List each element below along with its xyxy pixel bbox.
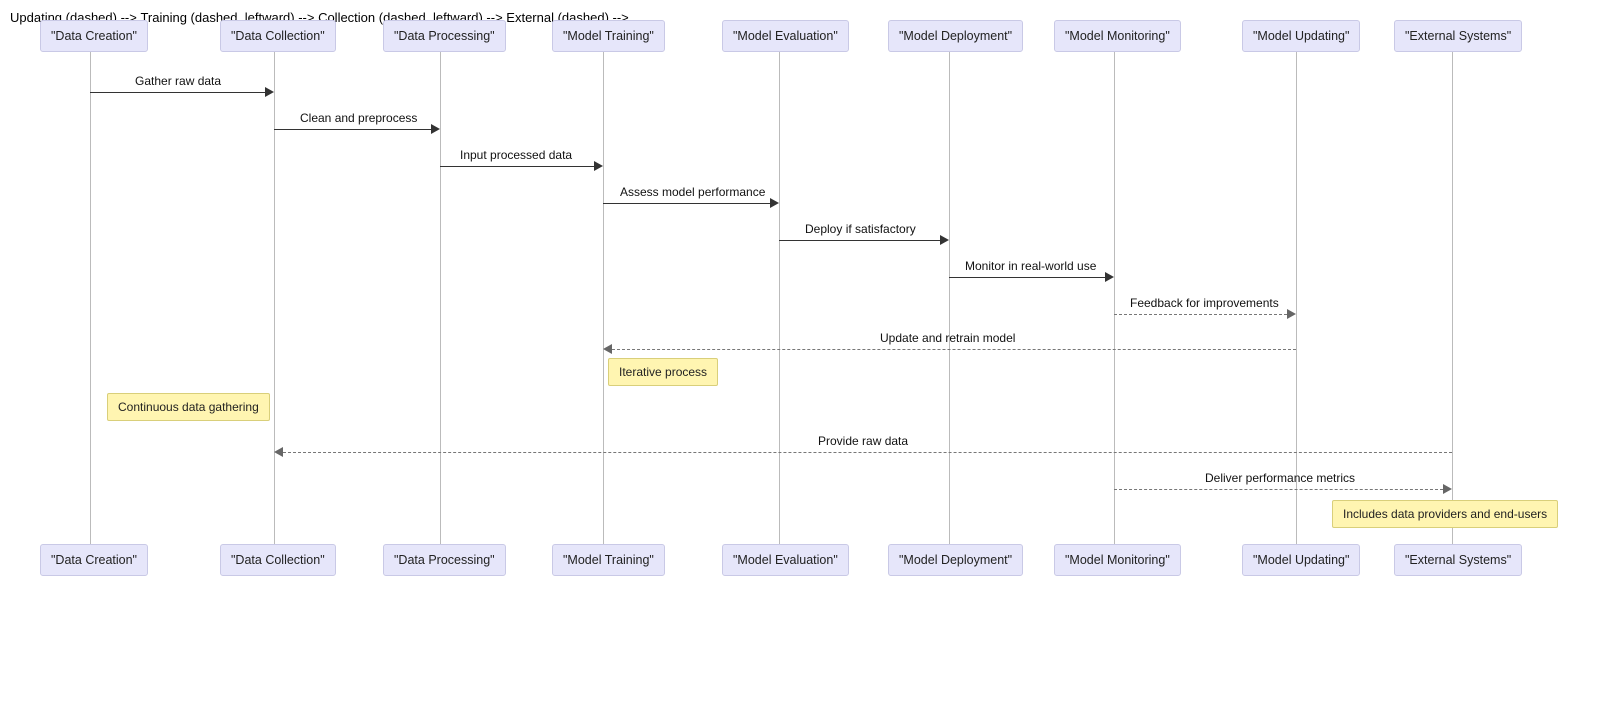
diagram-note: Iterative process (608, 358, 718, 386)
lifeline (1114, 52, 1115, 544)
actor-box-bottom: "Data Collection" (220, 544, 336, 576)
lifeline (603, 52, 604, 544)
message-arrow (1114, 314, 1287, 315)
arrowhead-icon (265, 87, 274, 97)
actor-box-bottom: "Model Training" (552, 544, 665, 576)
message-arrow (90, 92, 265, 93)
actor-box-top: "Model Evaluation" (722, 20, 849, 52)
actor-box-bottom: "Model Evaluation" (722, 544, 849, 576)
message-arrow (1114, 489, 1443, 490)
diagram-note: Continuous data gathering (107, 393, 270, 421)
lifeline (274, 52, 275, 544)
lifeline (949, 52, 950, 544)
arrowhead-icon (603, 344, 612, 354)
actor-box-top: "Model Updating" (1242, 20, 1360, 52)
message-arrow (283, 452, 1452, 453)
message-label: Feedback for improvements (1130, 296, 1279, 310)
arrowhead-icon (594, 161, 603, 171)
actor-box-top: "Data Processing" (383, 20, 506, 52)
actor-box-top: "External Systems" (1394, 20, 1522, 52)
message-arrow (612, 349, 1296, 350)
message-label: Deploy if satisfactory (805, 222, 916, 236)
lifeline (1452, 52, 1453, 544)
actor-box-top: "Data Collection" (220, 20, 336, 52)
arrowhead-icon (1105, 272, 1114, 282)
actor-box-top: "Model Training" (552, 20, 665, 52)
arrowhead-icon (770, 198, 779, 208)
arrowhead-icon (940, 235, 949, 245)
message-label: Provide raw data (818, 434, 908, 448)
message-label: Assess model performance (620, 185, 765, 199)
actor-box-bottom: "Model Updating" (1242, 544, 1360, 576)
actor-box-bottom: "Data Creation" (40, 544, 148, 576)
actor-box-bottom: "Model Deployment" (888, 544, 1023, 576)
arrowhead-icon (1443, 484, 1452, 494)
actor-box-top: "Model Monitoring" (1054, 20, 1181, 52)
actor-box-top: "Model Deployment" (888, 20, 1023, 52)
message-label: Update and retrain model (880, 331, 1015, 345)
message-arrow (440, 166, 594, 167)
arrowhead-icon (1287, 309, 1296, 319)
lifeline (440, 52, 441, 544)
message-arrow (274, 129, 431, 130)
message-arrow (949, 277, 1105, 278)
message-arrow (603, 203, 770, 204)
actor-box-bottom: "Model Monitoring" (1054, 544, 1181, 576)
message-label: Gather raw data (135, 74, 221, 88)
sequence-diagram: "Data Creation" "Data Collection" "Data … (10, 10, 1570, 590)
diagram-note: Includes data providers and end-users (1332, 500, 1558, 528)
arrowhead-icon (431, 124, 440, 134)
message-arrow (779, 240, 940, 241)
actor-box-bottom: "External Systems" (1394, 544, 1522, 576)
lifeline (779, 52, 780, 544)
arrowhead-icon (274, 447, 283, 457)
actor-box-bottom: "Data Processing" (383, 544, 506, 576)
lifeline (90, 52, 91, 544)
message-label: Deliver performance metrics (1205, 471, 1355, 485)
actor-box-top: "Data Creation" (40, 20, 148, 52)
message-label: Monitor in real-world use (965, 259, 1096, 273)
message-label: Clean and preprocess (300, 111, 417, 125)
message-label: Input processed data (460, 148, 572, 162)
